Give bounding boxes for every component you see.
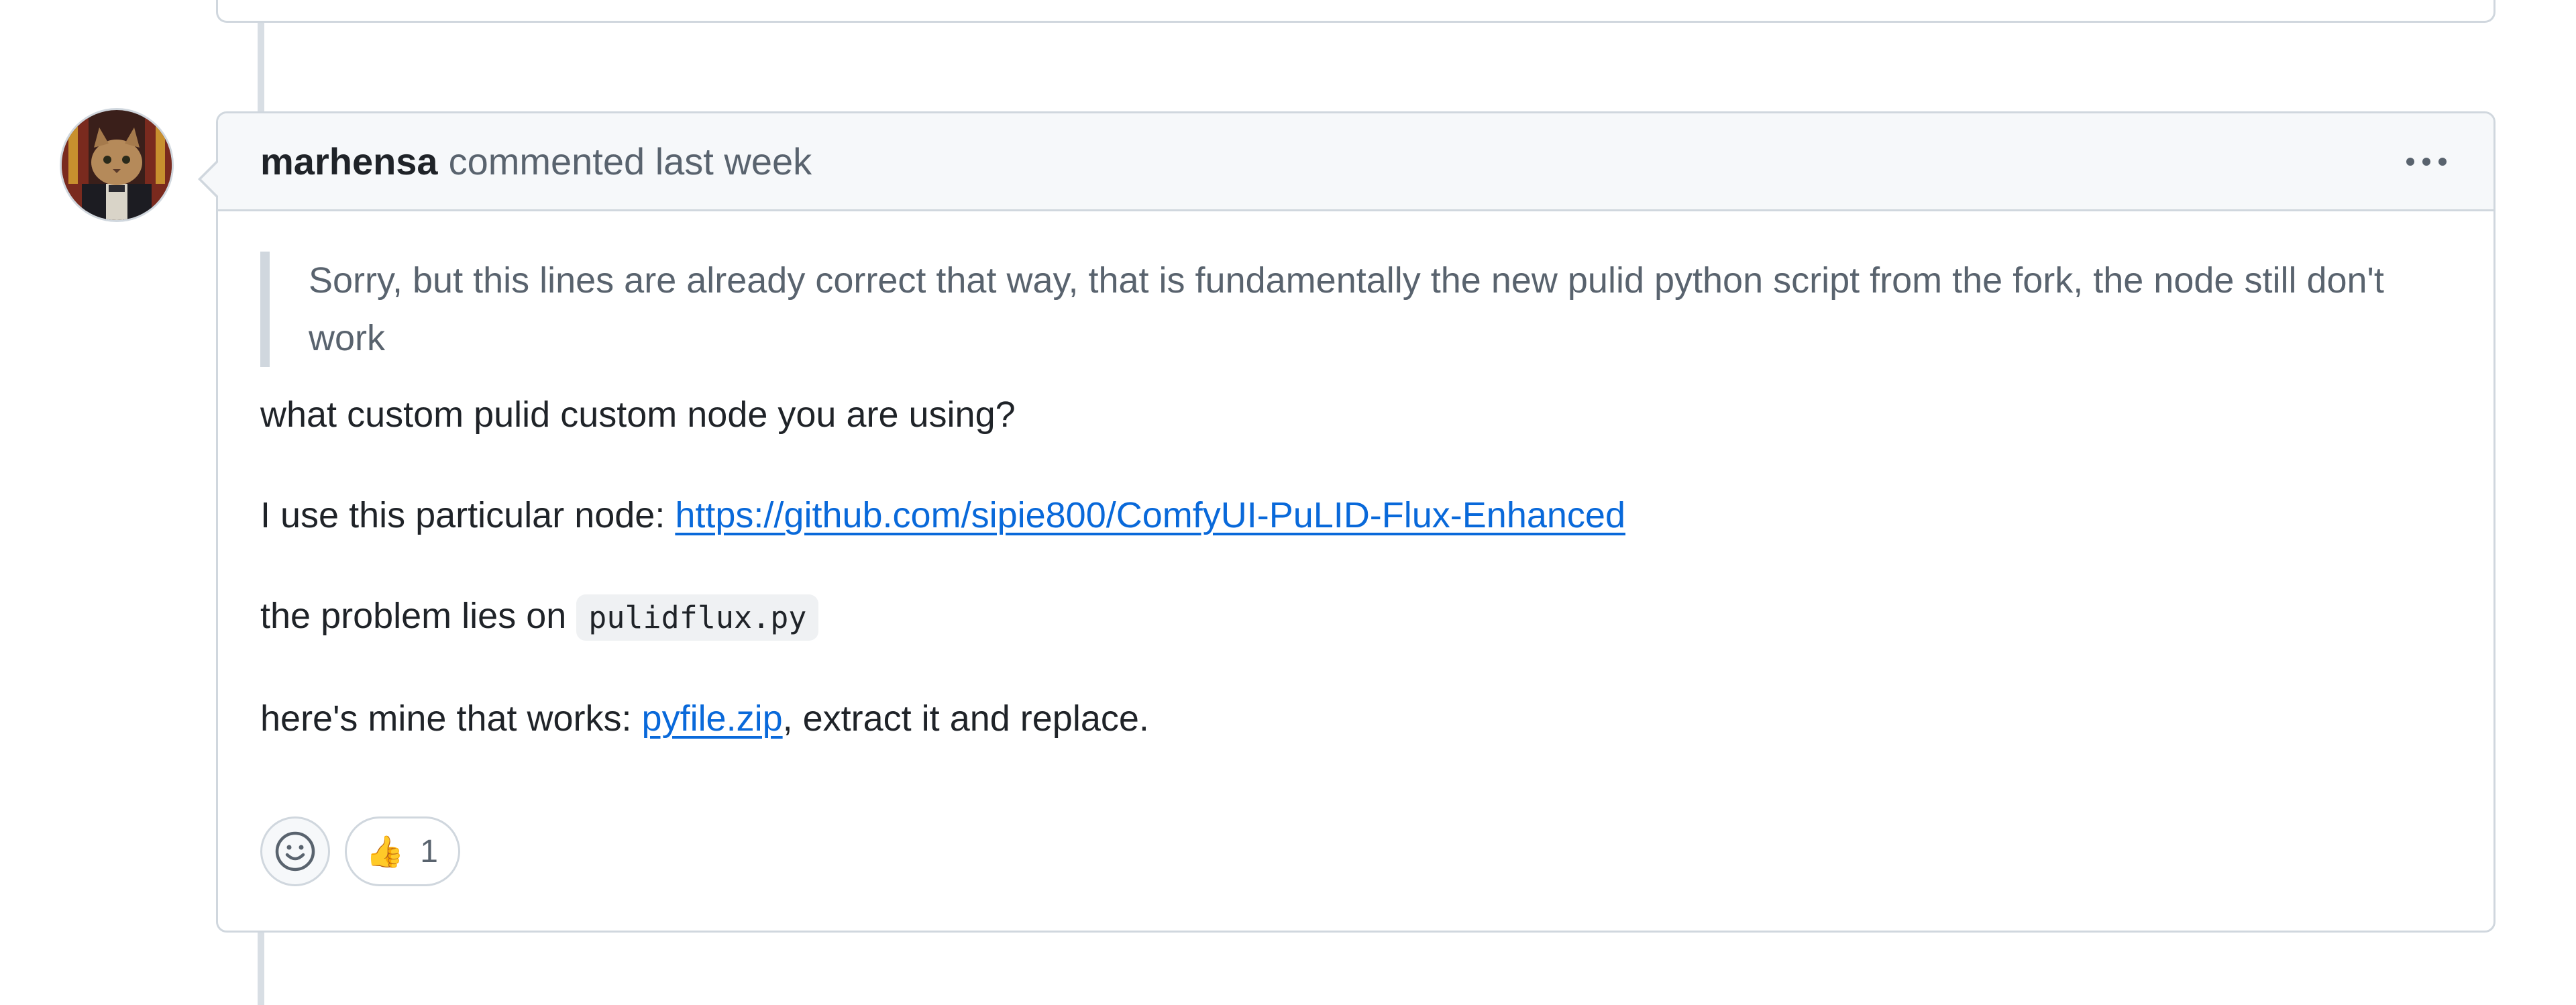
thumbs-up-reaction[interactable]: 👍 1 bbox=[345, 816, 460, 886]
problem-paragraph: the problem lies on pulidflux.py bbox=[260, 587, 2453, 647]
kebab-horizontal-icon[interactable] bbox=[2400, 144, 2453, 179]
attachment-paragraph: here's mine that works: pyfile.zip, extr… bbox=[260, 690, 2453, 747]
node-paragraph: I use this particular node: https://gith… bbox=[260, 486, 2453, 544]
inline-code: pulidflux.py bbox=[576, 594, 819, 641]
comment-box: marhensa commented last week Sorry, but … bbox=[198, 111, 2496, 933]
kebab-dot bbox=[2438, 157, 2447, 166]
author-link[interactable]: marhensa bbox=[260, 140, 438, 183]
smiley-icon bbox=[275, 831, 315, 871]
previous-comment-box bbox=[216, 0, 2496, 23]
node-prefix: I use this particular node: bbox=[260, 495, 676, 535]
issue-timeline: marhensa commented last week Sorry, but … bbox=[0, 0, 2576, 1005]
comment-pointer-fill bbox=[201, 161, 219, 197]
comment-body: Sorry, but this lines are already correc… bbox=[218, 211, 2493, 747]
reactions-bar: 👍 1 bbox=[260, 816, 460, 886]
quoted-reply: Sorry, but this lines are already correc… bbox=[260, 252, 2453, 367]
comment-header: marhensa commented last week bbox=[218, 113, 2493, 211]
avatar-image bbox=[62, 110, 172, 220]
comment-timestamp[interactable]: commented last week bbox=[449, 140, 812, 183]
problem-prefix: the problem lies on bbox=[260, 596, 577, 636]
kebab-dot bbox=[2406, 157, 2414, 166]
add-reaction-button[interactable] bbox=[260, 816, 330, 886]
node-repo-link[interactable]: https://github.com/sipie800/ComfyUI-PuLI… bbox=[675, 495, 1625, 535]
kebab-dot bbox=[2422, 157, 2430, 166]
avatar[interactable] bbox=[62, 110, 172, 220]
thumbs-up-icon: 👍 bbox=[366, 834, 405, 869]
attachment-prefix: here's mine that works: bbox=[260, 698, 642, 739]
reaction-count: 1 bbox=[420, 833, 438, 869]
attachment-suffix: , extract it and replace. bbox=[782, 698, 1149, 739]
question-paragraph: what custom pulid custom node you are us… bbox=[260, 394, 1016, 435]
attachment-link[interactable]: pyfile.zip bbox=[642, 698, 783, 739]
